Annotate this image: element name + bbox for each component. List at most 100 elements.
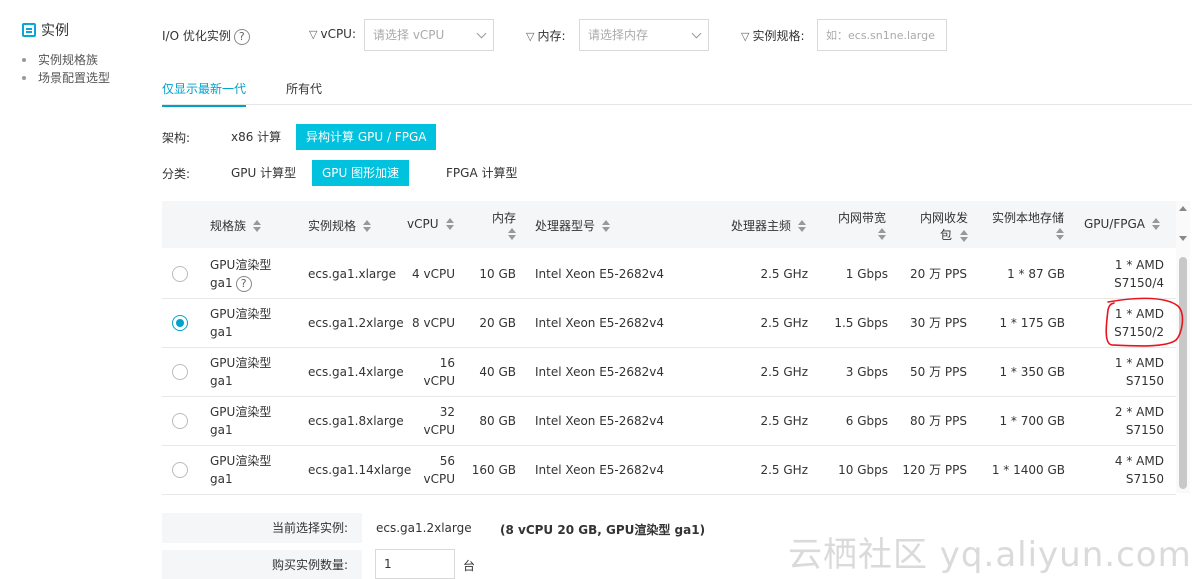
quantity-unit: 台 bbox=[463, 559, 476, 573]
scroll-down-arrow-icon[interactable] bbox=[1179, 236, 1187, 241]
header-frequency[interactable]: 处理器主频 bbox=[731, 217, 806, 234]
current-selection-detail: (8 vCPU 20 GB, GPU渲染型 ga1) bbox=[500, 523, 706, 537]
row-radio-button[interactable] bbox=[172, 315, 188, 331]
gpu-count: 2 * AMD bbox=[1114, 405, 1164, 419]
sidebar-list: 实例规格族 场景配置选型 bbox=[22, 51, 110, 87]
family-name: GPU渲染型 bbox=[210, 258, 272, 272]
filter-bar: I/O 优化实例? ▽ vCPU: 请选择 vCPU ▽ 内存: 请选择内存 ▽ 实例… bbox=[162, 19, 1192, 51]
cell-spec: ecs.ga1.xlarge bbox=[308, 267, 396, 281]
sidebar-title-label: 实例 bbox=[41, 23, 69, 39]
cell-pps: 30 万 PPS bbox=[910, 316, 967, 330]
spec-filter-label: ▽ 实例规格: bbox=[741, 29, 805, 43]
architecture-label: 架构: bbox=[162, 131, 191, 145]
header-bandwidth[interactable]: 内网带宽 bbox=[838, 209, 886, 240]
cell-vcpu: 8 vCPU bbox=[412, 314, 455, 332]
arch-option-gpu-fpga[interactable]: 异构计算 GPU / FPGA bbox=[296, 124, 437, 150]
table-row[interactable]: GPU渲染型 ga1 ecs.ga1.14xlarge 56 vCPU 160 GB Int… bbox=[162, 446, 1176, 495]
row-radio-button[interactable] bbox=[172, 364, 188, 380]
table-header: 规格族 实例规格 vCPU 内存 处理器型号 处理器主频 内网带宽 内网收发 包… bbox=[162, 201, 1176, 248]
cell-vcpu: 32 vCPU bbox=[424, 403, 456, 439]
vcpu-select[interactable]: 请选择 vCPU bbox=[364, 19, 494, 51]
cell-frequency: 2.5 GHz bbox=[760, 463, 808, 477]
cell-storage: 1 * 175 GB bbox=[999, 316, 1065, 330]
sidebar-item-instance-family[interactable]: 实例规格族 bbox=[22, 51, 110, 69]
cell-gpu: 1 * AMD S7150 bbox=[1115, 354, 1164, 390]
category-row: 分类: GPU 计算型 GPU 图形加速 FPGA 计算型 bbox=[162, 160, 562, 186]
memory-select[interactable]: 请选择内存 bbox=[579, 19, 709, 51]
row-radio-button[interactable] bbox=[172, 413, 188, 429]
category-option-fpga-compute[interactable]: FPGA 计算型 bbox=[436, 160, 527, 186]
scroll-up-arrow-icon[interactable] bbox=[1179, 206, 1187, 211]
quantity-label: 购买实例数量: bbox=[162, 550, 362, 579]
cell-memory: 20 GB bbox=[479, 316, 516, 330]
vcpu-filter-label: ▽ vCPU: bbox=[309, 27, 357, 41]
help-icon[interactable]: ? bbox=[233, 28, 250, 45]
row-radio-button[interactable] bbox=[172, 266, 188, 282]
cell-memory: 80 GB bbox=[479, 414, 516, 428]
header-gpu[interactable]: GPU/FPGA bbox=[1084, 217, 1160, 231]
cell-pps: 120 万 PPS bbox=[902, 463, 967, 477]
header-processor[interactable]: 处理器型号 bbox=[535, 217, 611, 234]
header-pps[interactable]: 内网收发 包 bbox=[920, 209, 968, 243]
cell-family: GPU渲染型 ga1 bbox=[210, 452, 271, 488]
table-row[interactable]: GPU渲染型 ga1 ecs.ga1.2xlarge 8 vCPU 20 GB Intel… bbox=[162, 299, 1176, 348]
help-icon[interactable]: ? bbox=[235, 275, 252, 292]
cell-storage: 1 * 87 GB bbox=[1007, 267, 1065, 281]
red-circle-annotation bbox=[1105, 297, 1184, 347]
tab-latest-generation[interactable]: 仅显示最新一代 bbox=[162, 80, 247, 107]
scrollbar-thumb[interactable] bbox=[1179, 257, 1187, 489]
cell-gpu: 4 * AMD S7150 bbox=[1115, 452, 1164, 488]
quantity-input[interactable] bbox=[375, 549, 455, 579]
cell-family: GPU渲染型 ga1 bbox=[210, 305, 271, 341]
filter-funnel-icon: ▽ bbox=[741, 30, 750, 43]
cell-frequency: 2.5 GHz bbox=[760, 365, 808, 379]
table-row[interactable]: GPU渲染型 ga1 ecs.ga1.4xlarge 16 vCPU 40 GB Intel… bbox=[162, 348, 1176, 397]
header-spec[interactable]: 实例规格 bbox=[308, 217, 372, 234]
sidebar: 实例 实例规格族 场景配置选型 bbox=[0, 0, 140, 579]
header-storage[interactable]: 实例本地存储 bbox=[992, 209, 1064, 240]
cell-spec: ecs.ga1.4xlarge bbox=[308, 365, 404, 379]
gpu-model: S7150/4 bbox=[1114, 276, 1164, 290]
header-family[interactable]: 规格族 bbox=[210, 217, 262, 234]
spec-search-input[interactable] bbox=[817, 19, 947, 51]
vcpu-value: 32 bbox=[439, 405, 455, 419]
gpu-model: S7150 bbox=[1125, 472, 1164, 486]
cell-storage: 1 * 1400 GB bbox=[991, 463, 1065, 477]
cell-processor: Intel Xeon E5-2682v4 bbox=[535, 316, 665, 330]
table-row[interactable]: GPU渲染型 ga1 ecs.ga1.8xlarge 32 vCPU 80 GB Intel… bbox=[162, 397, 1176, 446]
header-vcpu[interactable]: vCPU bbox=[407, 217, 454, 231]
gpu-count: 1 * AMD bbox=[1114, 356, 1164, 370]
header-memory[interactable]: 内存 bbox=[492, 209, 516, 240]
vcpu-value: 8 vCPU bbox=[412, 316, 455, 330]
family-code: ga1 bbox=[210, 374, 233, 388]
sidebar-title[interactable]: 实例 bbox=[22, 20, 69, 40]
cell-bandwidth: 10 Gbps bbox=[838, 463, 888, 477]
family-name: GPU渲染型 bbox=[210, 356, 272, 370]
cell-processor: Intel Xeon E5-2682v4 bbox=[535, 365, 665, 379]
architecture-row: 架构: x86 计算 异构计算 GPU / FPGA bbox=[162, 124, 562, 150]
vcpu-value: 16 bbox=[439, 356, 455, 370]
io-optimized-label: I/O 优化实例? bbox=[162, 27, 250, 45]
chevron-down-icon bbox=[476, 28, 487, 39]
tab-all-generations[interactable]: 所有代 bbox=[286, 80, 322, 105]
sort-icon bbox=[253, 219, 262, 232]
cell-frequency: 2.5 GHz bbox=[760, 316, 808, 330]
table-row[interactable]: GPU渲染型 ga1? ecs.ga1.xlarge 4 vCPU 10 GB Intel… bbox=[162, 250, 1176, 299]
sort-icon bbox=[798, 219, 806, 232]
sort-icon bbox=[960, 229, 968, 242]
sort-icon bbox=[508, 228, 516, 240]
row-radio-button[interactable] bbox=[172, 462, 188, 478]
cell-spec: ecs.ga1.8xlarge bbox=[308, 414, 404, 428]
category-option-gpu-graphics[interactable]: GPU 图形加速 bbox=[312, 160, 410, 186]
family-name: GPU渲染型 bbox=[210, 454, 272, 468]
sort-icon bbox=[1152, 218, 1160, 230]
cell-pps: 50 万 PPS bbox=[910, 365, 967, 379]
arch-option-x86[interactable]: x86 计算 bbox=[221, 124, 291, 150]
cell-pps: 80 万 PPS bbox=[910, 414, 967, 428]
cell-spec: ecs.ga1.2xlarge bbox=[308, 316, 404, 330]
vcpu-value: 56 bbox=[439, 454, 455, 468]
category-option-gpu-compute[interactable]: GPU 计算型 bbox=[221, 160, 306, 186]
cell-family: GPU渲染型 ga1 bbox=[210, 354, 271, 390]
vcpu-unit: vCPU bbox=[423, 374, 456, 388]
sidebar-item-scenario-selection[interactable]: 场景配置选型 bbox=[22, 69, 110, 87]
